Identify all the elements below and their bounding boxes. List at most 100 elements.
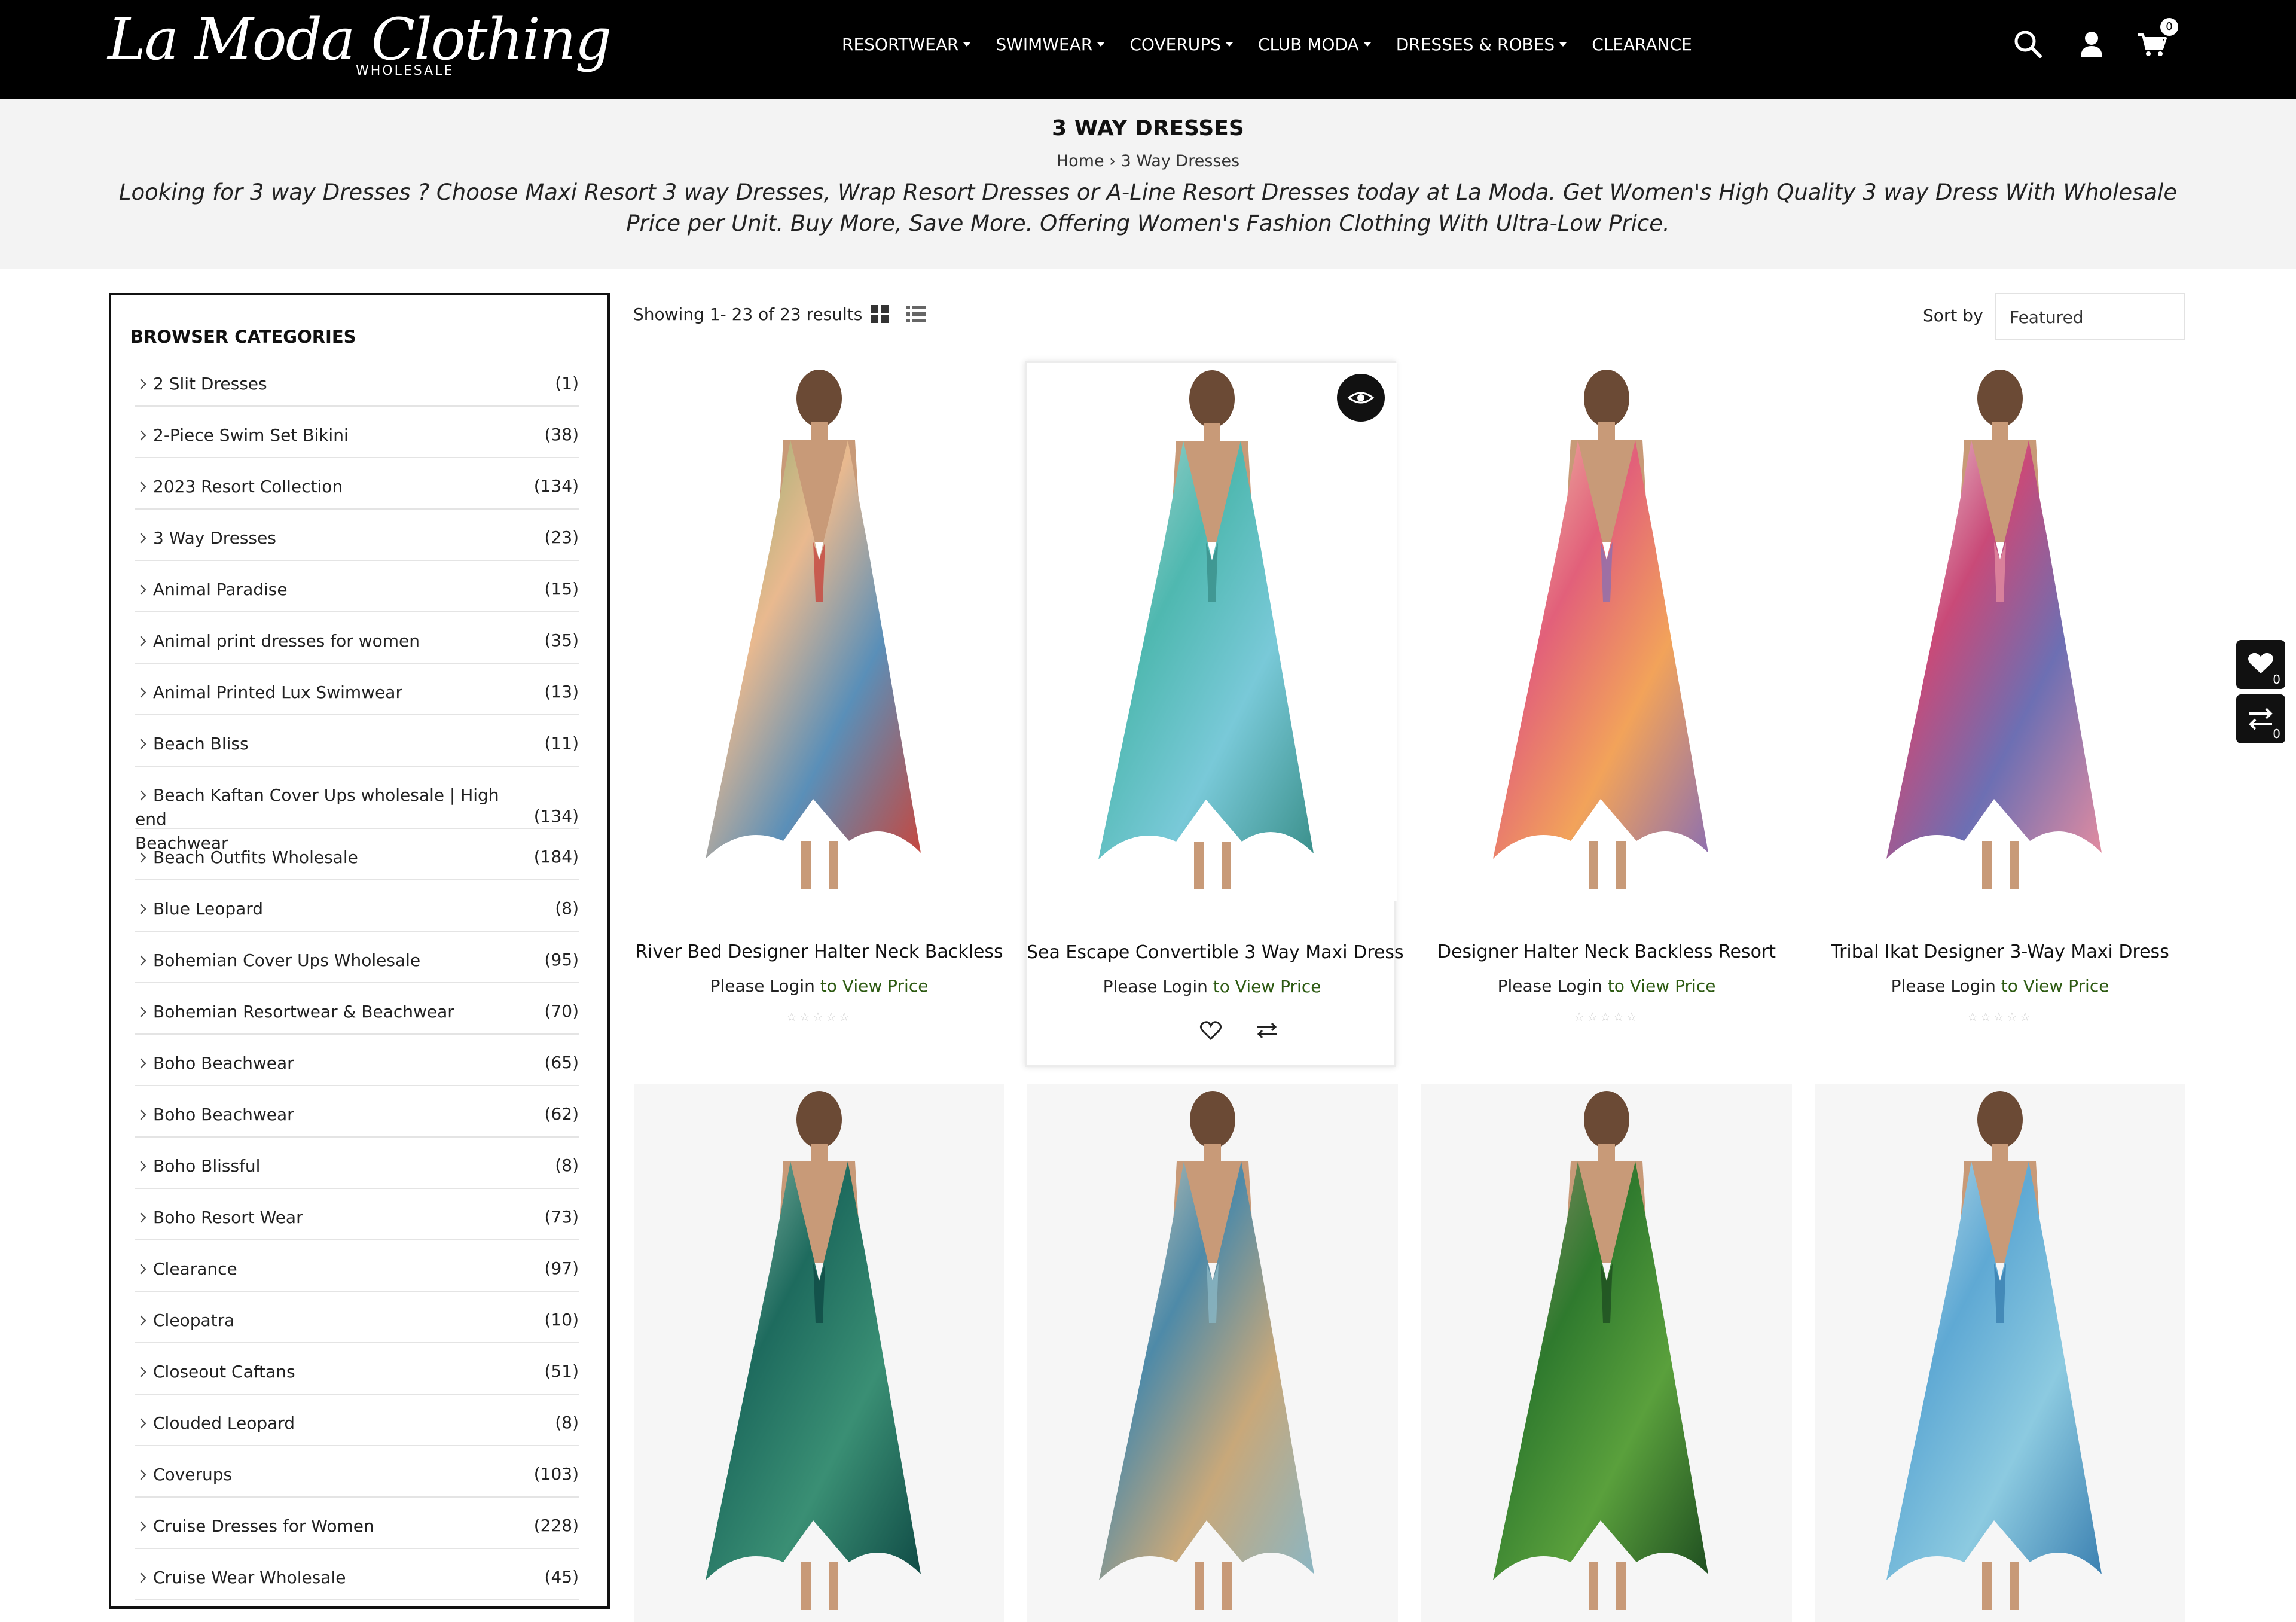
login-link[interactable]: Please Login (1498, 976, 1602, 996)
product-price-notice: Please Login to View Price (1027, 977, 1397, 996)
site-logo[interactable]: La Moda Clothing WHOLESALE (108, 11, 612, 78)
category-label: Beach Kaftan Cover Ups wholesale | High … (135, 785, 499, 829)
chevron-right-icon (136, 481, 146, 492)
category-count: (23) (544, 528, 579, 547)
product-card[interactable] (634, 1084, 1004, 1622)
search-icon[interactable] (2010, 26, 2046, 62)
sidebar-category-item[interactable]: Clouded Leopard (8) (135, 1395, 579, 1446)
category-count: (8) (555, 898, 579, 918)
user-icon[interactable] (2074, 26, 2109, 62)
product-card[interactable]: River Bed Designer Halter Neck Backless P… (634, 362, 1004, 1038)
category-count: (11) (544, 733, 579, 753)
product-name[interactable]: Tribal Ikat Designer 3-Way Maxi Dress (1815, 941, 2185, 962)
login-link[interactable]: Please Login (1891, 976, 1996, 996)
sidebar-category-item[interactable]: Blue Leopard (8) (135, 880, 579, 932)
nav-resortwear[interactable]: RESORTWEAR (842, 35, 971, 54)
sidebar-category-item[interactable]: 2 Slit Dresses (1) (135, 355, 579, 407)
wishlist-heart-icon[interactable] (1198, 1020, 1224, 1041)
product-image[interactable] (1421, 1084, 1792, 1622)
sidebar-title: BROWSER CATEGORIES (130, 327, 356, 347)
sidebar-category-item[interactable]: Boho Beachwear (62) (135, 1086, 579, 1138)
category-label: Clouded Leopard (153, 1413, 295, 1433)
chevron-right-icon (136, 1161, 146, 1172)
sidebar-category-item[interactable]: Closeout Caftans (51) (135, 1343, 579, 1395)
sidebar-category-item[interactable]: 2023 Resort Collection (134) (135, 458, 579, 510)
sidebar-category-item[interactable]: Coverups (103) (135, 1446, 579, 1498)
category-label: Clearance (153, 1259, 237, 1279)
sidebar-category-item[interactable]: Bohemian Cover Ups Wholesale (95) (135, 932, 579, 983)
product-image[interactable] (1027, 363, 1397, 901)
sidebar-category-item[interactable]: Boho Blissful (8) (135, 1138, 579, 1189)
compare-float-button[interactable]: 0 (2236, 694, 2285, 743)
compare-arrows-icon[interactable] (1254, 1020, 1280, 1041)
sidebar-category-item[interactable]: Animal Paradise (15) (135, 561, 579, 612)
sidebar-category-item[interactable]: Animal Printed Lux Swimwear (13) (135, 664, 579, 715)
eye-icon (1347, 392, 1375, 404)
login-link[interactable]: Please Login (1103, 977, 1208, 996)
sidebar-category-item[interactable]: Boho Resort Wear (73) (135, 1189, 579, 1240)
login-link[interactable]: Please Login (710, 976, 815, 996)
price-text: to View Price (1602, 976, 1716, 996)
sidebar-category-item[interactable]: Beach Outfits Wholesale (184) (135, 829, 579, 880)
category-label: Cruise Wear Wholesale (153, 1568, 346, 1587)
product-image[interactable] (634, 362, 1004, 901)
list-view-icon[interactable] (905, 304, 927, 324)
product-image[interactable] (1421, 362, 1792, 901)
grid-view-icon[interactable] (869, 304, 890, 324)
caret-down-icon (1363, 42, 1371, 47)
price-text: to View Price (1995, 976, 2109, 996)
chevron-right-icon (136, 1469, 146, 1480)
sidebar-category-item[interactable]: Cruise Wear Wholesale (45) (135, 1549, 579, 1600)
category-count: (45) (544, 1567, 579, 1587)
breadcrumb-current: 3 Way Dresses (1120, 152, 1240, 170)
sidebar-category-item[interactable]: Boho Beachwear (65) (135, 1035, 579, 1086)
sidebar-category-item[interactable]: Beach Bliss (11) (135, 715, 579, 767)
product-name[interactable]: River Bed Designer Halter Neck Backless (634, 941, 1004, 962)
sidebar-category-item[interactable]: Cruise Dresses for Women (228) (135, 1498, 579, 1549)
product-image[interactable] (1027, 1084, 1398, 1622)
category-label: Animal Paradise (153, 580, 288, 599)
nav-swimwear[interactable]: SWIMWEAR (996, 35, 1105, 54)
product-name[interactable]: Sea Escape Convertible 3 Way Maxi Dress (1027, 942, 1404, 963)
category-count: (10) (544, 1310, 579, 1330)
product-image[interactable] (1815, 1084, 2185, 1622)
logo-subtext: WHOLESALE (356, 63, 454, 78)
wishlist-float-button[interactable]: 0 (2236, 640, 2285, 689)
category-count: (15) (544, 579, 579, 599)
sidebar-category-item[interactable]: Animal print dresses for women (35) (135, 612, 579, 664)
breadcrumb-home[interactable]: Home (1057, 152, 1104, 170)
sort-select[interactable]: Featured (1995, 293, 2185, 340)
product-card[interactable] (1815, 1084, 2185, 1622)
nav-club-moda[interactable]: CLUB MODA (1258, 35, 1371, 54)
product-name[interactable]: Designer Halter Neck Backless Resort (1421, 941, 1792, 962)
product-card[interactable] (1421, 1084, 1792, 1622)
product-card[interactable] (1027, 1084, 1398, 1622)
sidebar-category-item[interactable]: Clearance (97) (135, 1240, 579, 1292)
product-image[interactable] (1815, 362, 2185, 901)
chevron-right-icon (136, 584, 146, 595)
category-count: (1) (555, 373, 579, 393)
category-label: Closeout Caftans (153, 1362, 295, 1382)
sidebar-category-item[interactable]: 3 Way Dresses (23) (135, 510, 579, 561)
sidebar-category-item[interactable]: Cleopatra (10) (135, 1292, 579, 1343)
category-label: Coverups (153, 1465, 233, 1484)
product-card[interactable]: Designer Halter Neck Backless Resort Plea… (1421, 362, 1792, 1038)
quick-view-button[interactable] (1337, 374, 1385, 422)
category-label: Boho Blissful (153, 1156, 261, 1176)
product-image[interactable] (634, 1084, 1004, 1622)
nav-label: CLUB MODA (1257, 34, 1359, 54)
price-text: to View Price (814, 976, 929, 996)
sidebar-category-item[interactable]: Bohemian Resortwear & Beachwear (70) (135, 983, 579, 1035)
category-count: (73) (544, 1207, 579, 1227)
sidebar-category-item[interactable]: 2-Piece Swim Set Bikini (38) (135, 407, 579, 458)
product-card[interactable]: Tribal Ikat Designer 3-Way Maxi Dress Ple… (1815, 362, 2185, 1038)
nav-coverups[interactable]: COVERUPS (1129, 35, 1233, 54)
chevron-right-icon (136, 1315, 146, 1326)
product-price-notice: Please Login to View Price (634, 976, 1004, 996)
sidebar-category-item[interactable]: Beach Kaftan Cover Ups wholesale | High … (135, 767, 579, 853)
chevron-right-icon (136, 1521, 146, 1532)
nav-clearance[interactable]: CLEARANCE (1592, 35, 1692, 54)
nav-dresses-robes[interactable]: DRESSES & ROBES (1396, 35, 1567, 54)
product-card[interactable]: Sea Escape Convertible 3 Way Maxi Dress P… (1025, 361, 1404, 1067)
category-label: Cleopatra (153, 1310, 235, 1330)
